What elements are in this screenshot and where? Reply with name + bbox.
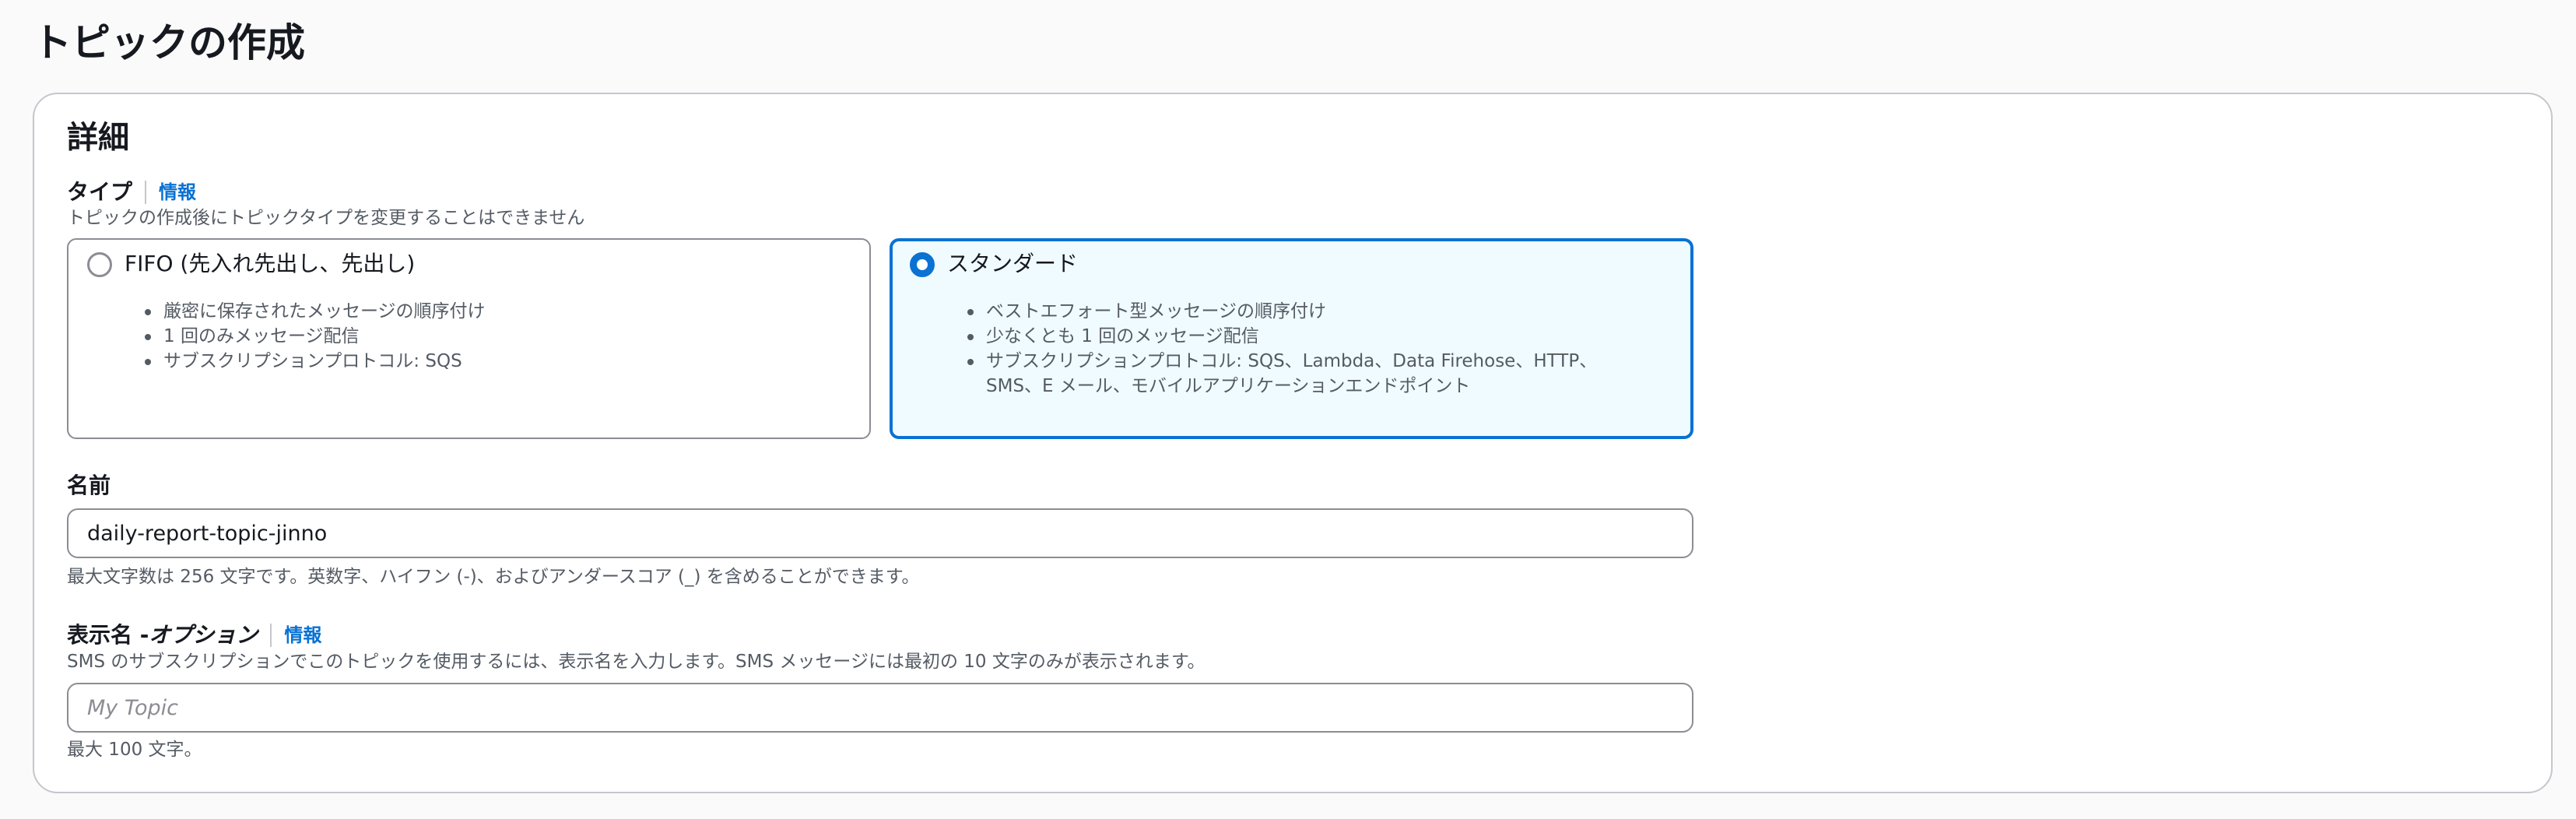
details-heading: 詳細 — [67, 120, 129, 156]
display-name-label-text: 表示名 - — [67, 622, 149, 648]
details-panel: 詳細 タイプ 情報 トピックの作成後にトピックタイプを変更することはできません … — [33, 93, 2553, 793]
list-item: サブスクリプションプロトコル: SQS、Lambda、Data Firehose… — [967, 349, 1597, 374]
display-name-info-link[interactable]: 情報 — [284, 621, 321, 649]
list-item: 厳密に保存されたメッセージの順序付け — [145, 299, 486, 324]
info-separator — [270, 624, 272, 647]
standard-title: スタンダード — [947, 251, 1079, 276]
list-item: サブスクリプションプロトコル: SQS — [145, 349, 486, 374]
name-input[interactable] — [67, 508, 1693, 558]
fifo-feature-list: 厳密に保存されたメッセージの順序付け 1 回のみメッセージ配信 サブスクリプショ… — [145, 299, 486, 374]
fifo-radio[interactable] — [87, 252, 112, 277]
name-hint: 最大文字数は 256 文字です。英数字、ハイフン (-)、およびアンダースコア … — [67, 567, 920, 587]
standard-feature-list: ベストエフォート型メッセージの順序付け 少なくとも 1 回のメッセージ配信 サブ… — [967, 299, 1597, 399]
type-label: タイプ 情報 — [67, 178, 196, 206]
name-label-text: 名前 — [67, 473, 111, 498]
type-label-text: タイプ — [67, 179, 133, 205]
page-title: トピックの作成 — [33, 20, 305, 65]
display-name-description: SMS のサブスクリプションでこのトピックを使用するには、表示名を入力します。S… — [67, 652, 1206, 672]
display-name-input[interactable] — [67, 683, 1693, 733]
name-label: 名前 — [67, 472, 111, 500]
display-name-label: 表示名 - オプション 情報 — [67, 621, 321, 649]
standard-radio[interactable] — [910, 252, 935, 277]
type-info-link[interactable]: 情報 — [159, 178, 196, 206]
display-name-optional: オプション — [149, 622, 258, 648]
list-item: ベストエフォート型メッセージの順序付け — [967, 299, 1597, 324]
info-separator — [145, 181, 147, 204]
list-item: 1 回のみメッセージ配信 — [145, 324, 486, 349]
list-item: 少なくとも 1 回のメッセージ配信 — [967, 324, 1597, 349]
type-description: トピックの作成後にトピックタイプを変更することはできません — [67, 208, 585, 228]
list-item-continuation: SMS、E メール、モバイルアプリケーションエンドポイント — [986, 376, 1471, 396]
fifo-title: FIFO (先入れ先出し、先出し) — [125, 251, 416, 276]
type-option-standard[interactable]: スタンダード ベストエフォート型メッセージの順序付け 少なくとも 1 回のメッセ… — [890, 238, 1693, 439]
display-name-hint: 最大 100 文字。 — [67, 740, 202, 760]
type-option-fifo[interactable]: FIFO (先入れ先出し、先出し) 厳密に保存されたメッセージの順序付け 1 回… — [67, 238, 871, 439]
